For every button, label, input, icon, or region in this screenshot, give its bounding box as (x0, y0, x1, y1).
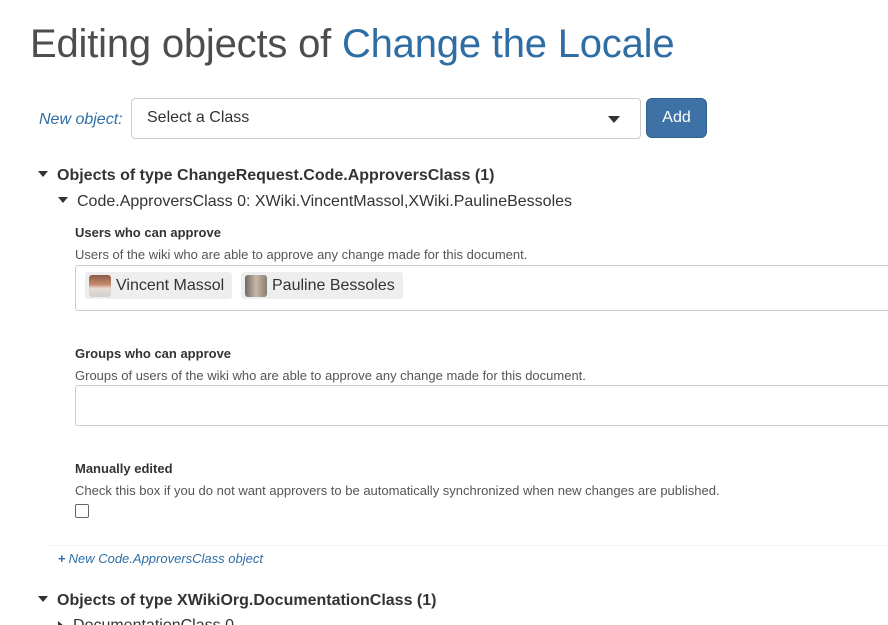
property-label-users: Users who can approve (75, 225, 221, 240)
triangle-down-icon (58, 197, 68, 204)
groups-picker[interactable] (75, 385, 888, 426)
user-chip-label: Vincent Massol (116, 276, 225, 294)
caret-down-icon (608, 116, 620, 123)
property-hint-groups: Groups of users of the wiki who are able… (75, 368, 586, 383)
object-properties: Users who can approve Users of the wiki … (49, 216, 888, 546)
user-chip-pauline-bessoles[interactable]: Pauline Bessoles (241, 272, 403, 299)
avatar (245, 274, 267, 297)
add-approvers-object-link[interactable]: + New Code.ApproversClass object (58, 551, 263, 566)
user-chip-vincent-massol[interactable]: Vincent Massol (85, 272, 233, 299)
object-header-label: Code.ApproversClass 0: XWiki.VincentMass… (77, 193, 573, 210)
users-picker[interactable]: Vincent Massol Pauline Bessoles (75, 265, 888, 311)
manually-edited-checkbox[interactable] (75, 504, 89, 518)
triangle-right-icon (58, 620, 64, 625)
avatar (89, 274, 111, 297)
object-header-approvers-0[interactable]: Code.ApproversClass 0: XWiki.VincentMass… (58, 193, 572, 211)
section-header-documentation-class[interactable]: Objects of type XWikiOrg.DocumentationCl… (38, 592, 436, 610)
document-title-link[interactable]: Change the Locale (342, 22, 675, 66)
plus-icon: + (58, 551, 66, 566)
property-label-groups: Groups who can approve (75, 346, 232, 361)
class-select-value: Select a Class (147, 109, 250, 126)
add-object-button[interactable]: Add (646, 98, 707, 138)
object-header-documentation-0[interactable]: DocumentationClass 0 (58, 617, 234, 625)
class-select[interactable]: Select a Class (131, 98, 641, 139)
new-object-form: New object: Select a Class Add (39, 98, 719, 139)
property-hint-manually-edited: Check this box if you do not want approv… (75, 483, 720, 498)
new-object-label: New object: (39, 111, 123, 128)
triangle-down-icon (38, 596, 48, 603)
user-chip-label: Pauline Bessoles (272, 276, 395, 294)
page-title: Editing objects of Change the Locale (30, 22, 675, 67)
section-header-approvers-class[interactable]: Objects of type ChangeRequest.Code.Appro… (38, 167, 494, 185)
object-header-label: DocumentationClass 0 (73, 617, 234, 625)
property-hint-users: Users of the wiki who are able to approv… (75, 247, 528, 262)
section-header-label: Objects of type XWikiOrg.DocumentationCl… (57, 592, 437, 609)
section-header-label: Objects of type ChangeRequest.Code.Appro… (57, 167, 495, 184)
page-title-prefix: Editing objects of (30, 22, 342, 66)
property-label-manually-edited: Manually edited (75, 461, 173, 476)
add-object-link-label: New Code.ApproversClass object (68, 551, 263, 566)
triangle-down-icon (38, 171, 48, 178)
